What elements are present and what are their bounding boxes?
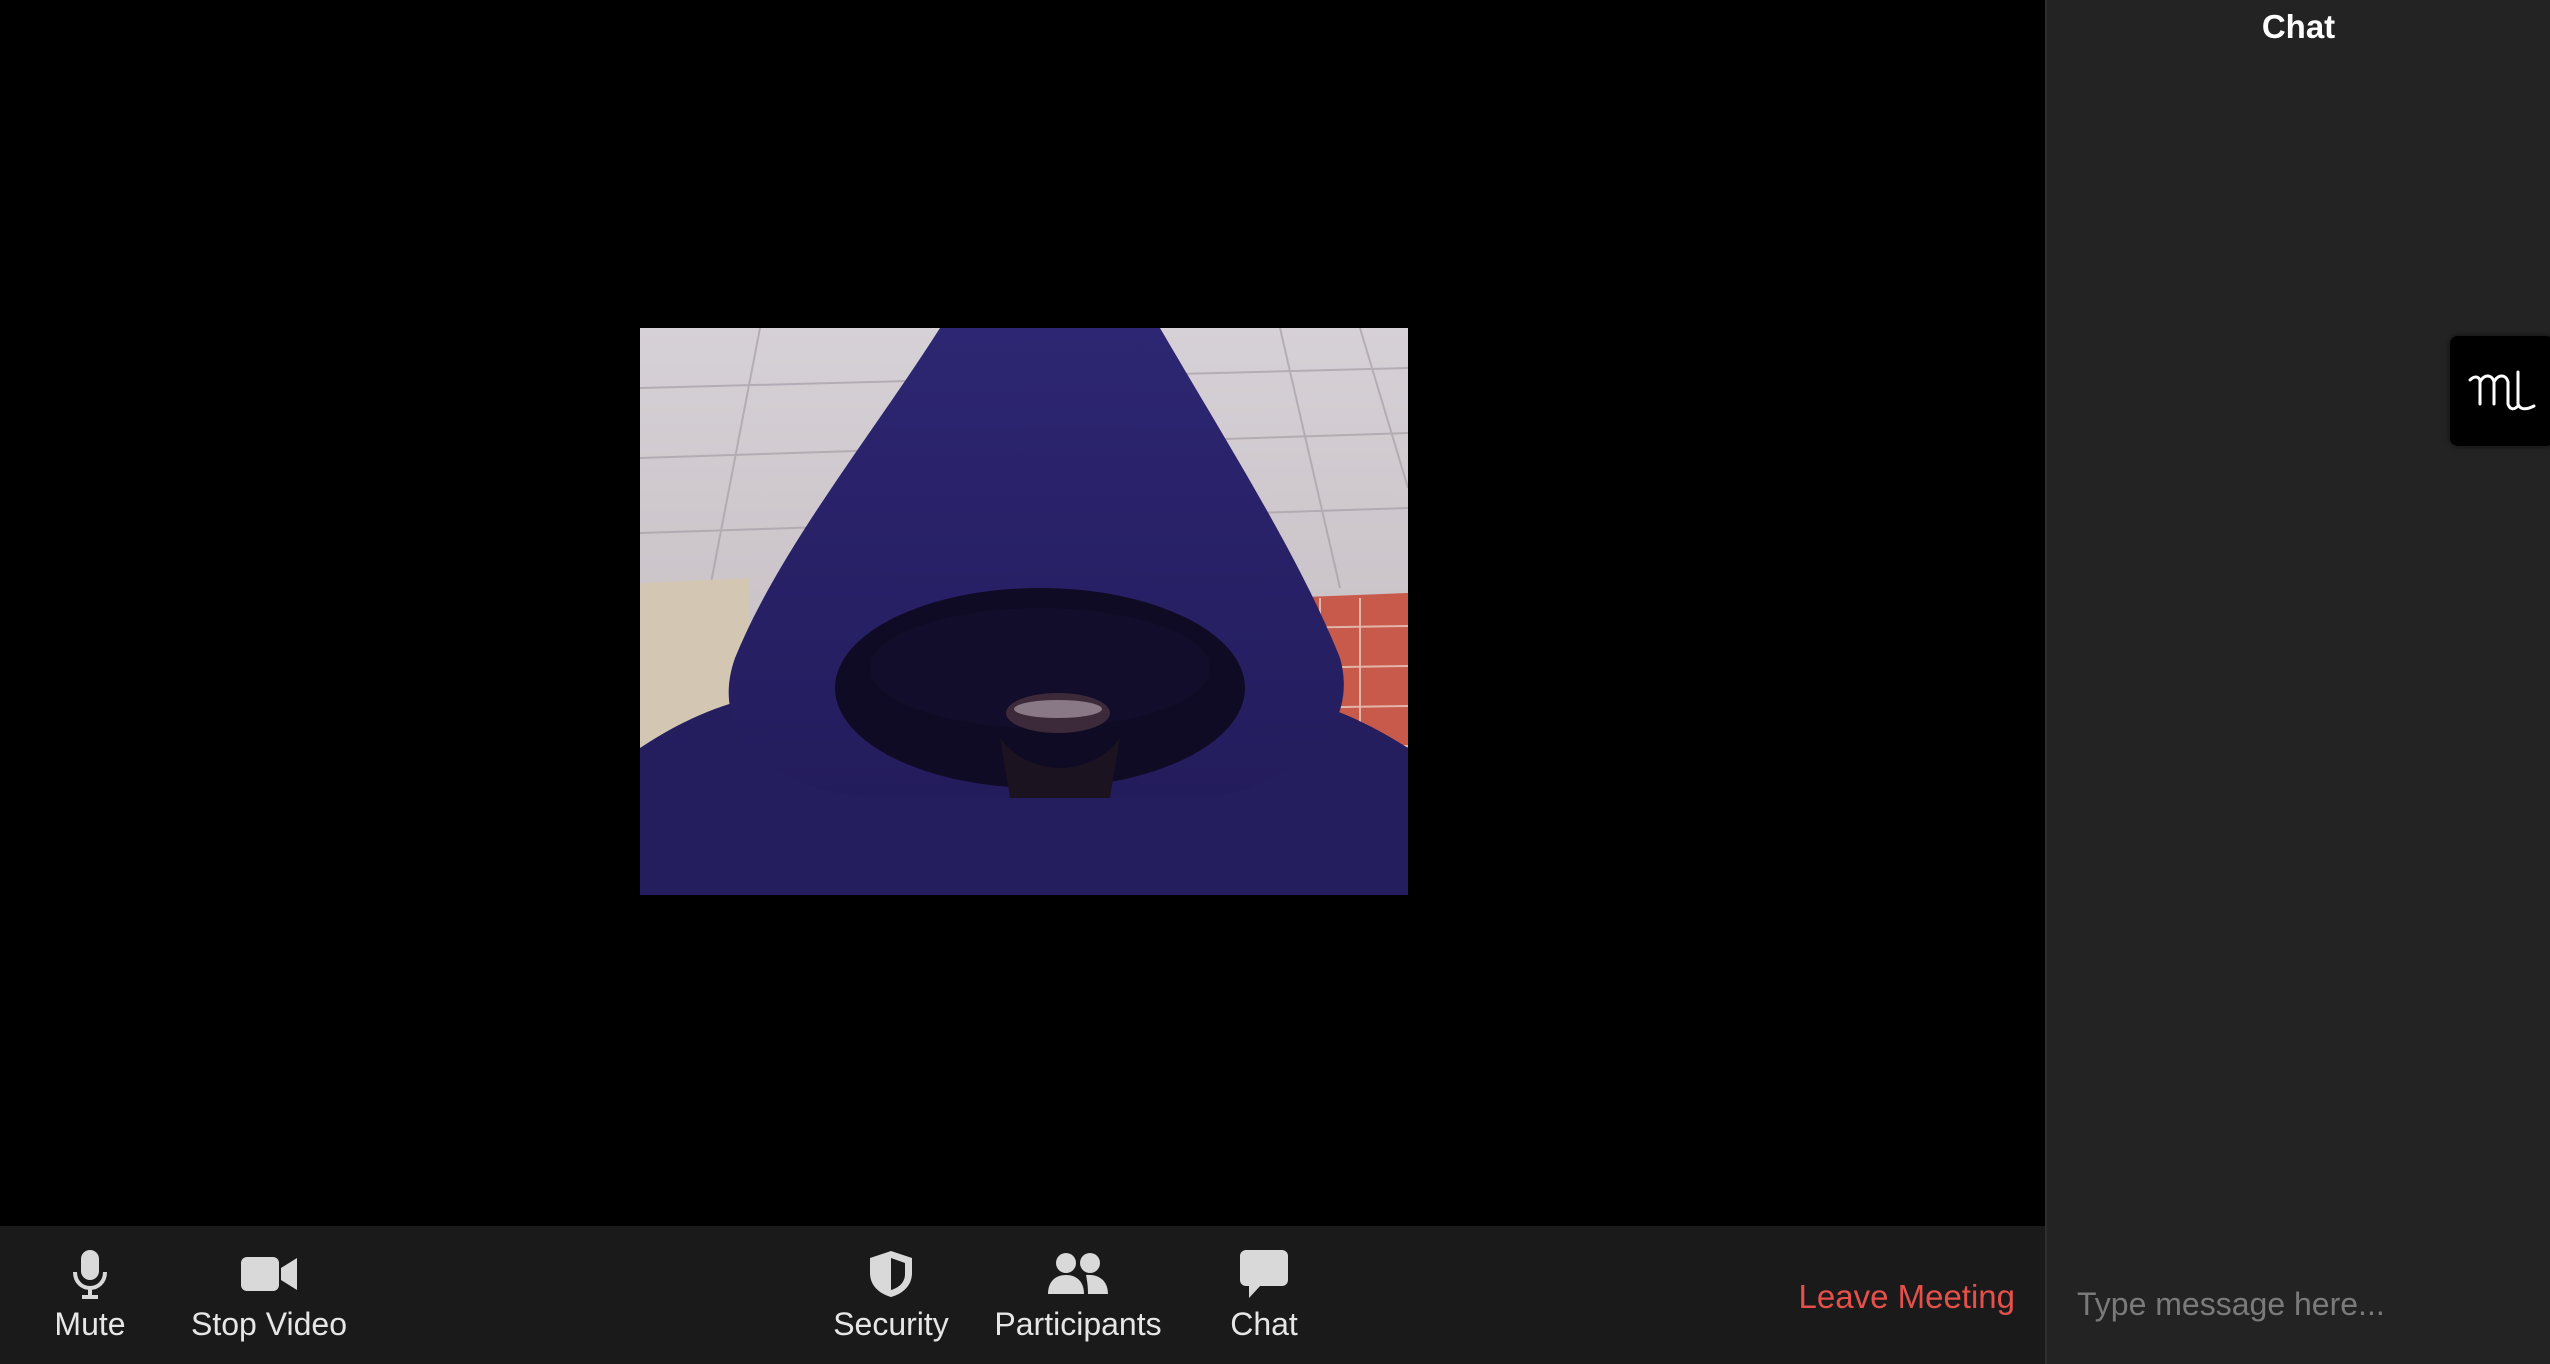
shield-icon xyxy=(867,1248,915,1300)
video-camera-icon xyxy=(240,1248,298,1300)
security-button[interactable]: Security xyxy=(826,1248,956,1344)
security-label: Security xyxy=(833,1306,949,1342)
mute-label: Mute xyxy=(54,1306,126,1342)
chat-panel: Chat xyxy=(2045,0,2550,1364)
floating-overlay-button[interactable] xyxy=(2450,336,2550,446)
video-tile[interactable] xyxy=(640,328,1408,895)
chat-message-list xyxy=(2047,60,2550,1244)
chat-button[interactable]: Chat xyxy=(1222,1248,1306,1344)
meeting-window: Mute Stop Video Security Participants Ch… xyxy=(0,0,2550,1364)
chat-panel-title: Chat xyxy=(2261,8,2336,45)
mute-button[interactable]: Mute xyxy=(48,1248,132,1344)
chat-message-input[interactable] xyxy=(2047,1244,2550,1364)
stop-video-label: Stop Video xyxy=(191,1306,347,1342)
leave-meeting-button[interactable]: Leave Meeting xyxy=(1799,1278,2015,1316)
chat-bubble-icon xyxy=(1239,1248,1289,1300)
stop-video-button[interactable]: Stop Video xyxy=(186,1248,352,1344)
participants-label: Participants xyxy=(994,1306,1162,1342)
participant-video-feed xyxy=(640,328,1408,895)
participants-button[interactable]: Participants xyxy=(988,1248,1168,1344)
signature-logo-icon xyxy=(2468,370,2536,411)
meeting-toolbar: Mute Stop Video Security Participants Ch… xyxy=(0,1226,2045,1364)
microphone-icon xyxy=(70,1248,110,1300)
participants-icon xyxy=(1046,1248,1110,1300)
video-area xyxy=(0,0,2045,1226)
chat-label: Chat xyxy=(1230,1306,1298,1342)
